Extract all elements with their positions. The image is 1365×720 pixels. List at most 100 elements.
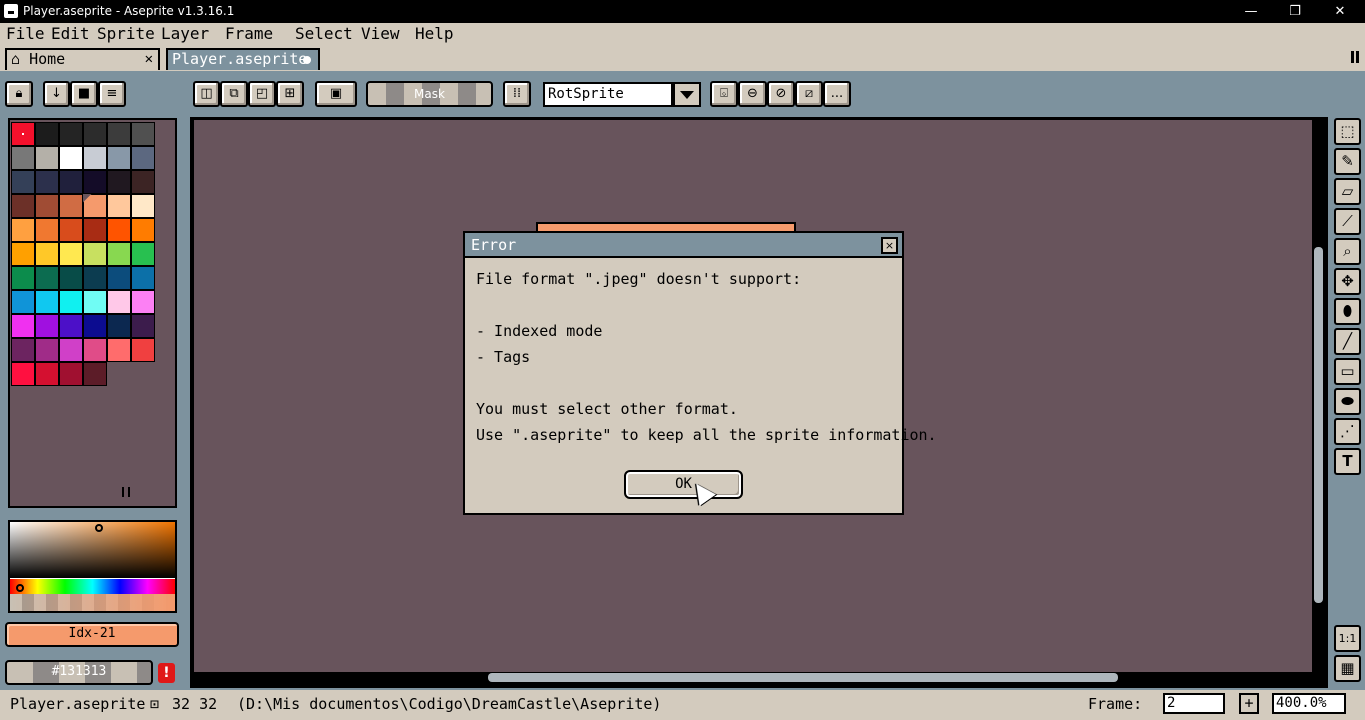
palette-swatch[interactable] xyxy=(107,242,131,266)
blur-tool-button[interactable]: ⋰ xyxy=(1334,418,1361,445)
palette-swatch[interactable] xyxy=(107,122,131,146)
vertical-scrollbar[interactable] xyxy=(1314,247,1323,603)
transform-option-1-button[interactable]: ⌺ xyxy=(710,81,738,107)
ratio-button[interactable]: 1:1 xyxy=(1334,625,1361,652)
chevron-down-icon[interactable] xyxy=(673,82,701,107)
modified-dot-icon[interactable] xyxy=(303,56,311,64)
minimize-button[interactable]: — xyxy=(1228,0,1274,23)
timeline-button[interactable]: ▦ xyxy=(1334,655,1361,682)
eraser-tool-button[interactable]: ▱ xyxy=(1334,178,1361,205)
palette-swatch[interactable] xyxy=(107,266,131,290)
palette-swatch[interactable] xyxy=(59,314,83,338)
palette-swatch[interactable] xyxy=(83,266,107,290)
zoom-input[interactable]: 400.0% xyxy=(1272,693,1346,714)
background-color-button[interactable]: #131313 xyxy=(5,660,153,685)
palette-swatch[interactable] xyxy=(11,194,35,218)
palette-swatch[interactable] xyxy=(59,290,83,314)
close-window-button[interactable]: ✕ xyxy=(1317,0,1363,23)
mask-color-button[interactable]: Mask xyxy=(366,81,493,107)
palette-swatch[interactable] xyxy=(107,170,131,194)
paint-bucket-tool-button[interactable]: ⬮ xyxy=(1334,298,1361,325)
menu-frame[interactable]: Frame xyxy=(225,24,273,43)
hue-slider[interactable] xyxy=(10,579,175,594)
rotation-algorithm-select[interactable]: RotSprite xyxy=(543,82,673,107)
palette-swatch[interactable] xyxy=(11,266,35,290)
palette-swatch[interactable] xyxy=(59,338,83,362)
palette-swatch[interactable] xyxy=(35,170,59,194)
palette-swatch[interactable] xyxy=(107,338,131,362)
maximize-button[interactable]: ❐ xyxy=(1272,0,1318,23)
foreground-color-button[interactable]: Idx-21 xyxy=(5,622,179,647)
palette-swatch[interactable] xyxy=(11,314,35,338)
menu-edit[interactable]: Edit xyxy=(51,24,90,43)
palette-swatch[interactable] xyxy=(107,194,131,218)
palette-swatch[interactable] xyxy=(59,218,83,242)
palette-swatch[interactable] xyxy=(131,338,155,362)
selection-replace-button[interactable]: ◫ xyxy=(193,81,220,107)
palette-swatch[interactable] xyxy=(35,146,59,170)
pencil-tool-button[interactable]: ✎ xyxy=(1334,148,1361,175)
palette-swatch[interactable] xyxy=(11,362,35,386)
palette-swatch[interactable] xyxy=(11,242,35,266)
tab-home[interactable]: ⌂ Home ✕ xyxy=(5,48,160,70)
palette-swatch[interactable] xyxy=(83,170,107,194)
palette-swatch[interactable] xyxy=(83,290,107,314)
palette-swatch[interactable] xyxy=(11,290,35,314)
palette-swatch[interactable] xyxy=(131,290,155,314)
palette-swatch[interactable] xyxy=(35,194,59,218)
palette-swatch[interactable] xyxy=(83,146,107,170)
sv-handle[interactable] xyxy=(95,524,103,532)
horizontal-scrollbar[interactable] xyxy=(488,673,1118,682)
palette-swatch[interactable] xyxy=(35,290,59,314)
text-tool-button[interactable]: T xyxy=(1334,448,1361,475)
palette-swatch[interactable] xyxy=(131,242,155,266)
zoom-tool-button[interactable]: ⌕ xyxy=(1334,238,1361,265)
palette-swatch[interactable] xyxy=(11,218,35,242)
menu-layer[interactable]: Layer xyxy=(161,24,209,43)
more-options-button[interactable]: ... xyxy=(823,81,851,107)
palette-swatch[interactable] xyxy=(59,266,83,290)
menu-help[interactable]: Help xyxy=(415,24,454,43)
resize-grip-icon[interactable] xyxy=(122,487,130,497)
palette-swatch[interactable] xyxy=(83,362,107,386)
palette-swatch[interactable] xyxy=(131,218,155,242)
palette-swatch[interactable] xyxy=(35,242,59,266)
palette-swatch[interactable] xyxy=(131,266,155,290)
palette-swatch[interactable] xyxy=(35,338,59,362)
marquee-tool-button[interactable]: ⬚ xyxy=(1334,118,1361,145)
add-frame-button[interactable]: + xyxy=(1239,693,1259,714)
tab-player[interactable]: Player.aseprite xyxy=(166,48,320,70)
palette-swatch[interactable] xyxy=(11,338,35,362)
rectangle-tool-button[interactable]: ▭ xyxy=(1334,358,1361,385)
saturation-value-box[interactable] xyxy=(10,522,175,578)
palette-swatch[interactable] xyxy=(107,218,131,242)
palette-swatch[interactable] xyxy=(35,314,59,338)
palette-swatch[interactable] xyxy=(83,218,107,242)
menu-view[interactable]: View xyxy=(361,24,400,43)
ok-button[interactable]: OK xyxy=(624,470,743,499)
palette-swatch[interactable] xyxy=(35,218,59,242)
palette-swatch[interactable] xyxy=(59,362,83,386)
palette-swatch[interactable] xyxy=(131,194,155,218)
menu-select[interactable]: Select xyxy=(295,24,353,43)
palette-swatch[interactable] xyxy=(11,170,35,194)
menu-sprite[interactable]: Sprite xyxy=(97,24,155,43)
transparent-color-button[interactable]: ▣ xyxy=(315,81,357,107)
palette-swatch[interactable] xyxy=(59,170,83,194)
palette-swatch[interactable] xyxy=(35,266,59,290)
palette-swatch[interactable] xyxy=(11,146,35,170)
pivot-button[interactable]: ⁞⁞ xyxy=(503,81,531,107)
transform-option-4-button[interactable]: ⧄ xyxy=(795,81,823,107)
selection-intersect-button[interactable]: ⊞ xyxy=(276,81,304,107)
palette-swatch[interactable] xyxy=(131,146,155,170)
transform-option-2-button[interactable]: ⊖ xyxy=(738,81,767,107)
line-tool-button[interactable]: ╱ xyxy=(1334,328,1361,355)
dialog-close-button[interactable]: × xyxy=(881,237,898,254)
palette-swatch[interactable] xyxy=(35,362,59,386)
palette-sort-button[interactable]: ↓ xyxy=(43,81,70,107)
warning-button[interactable]: ! xyxy=(158,663,175,683)
grip-icon[interactable] xyxy=(1351,51,1359,63)
contour-tool-button[interactable]: ⬬ xyxy=(1334,388,1361,415)
selection-add-button[interactable]: ⧉ xyxy=(220,81,248,107)
palette-swatch[interactable] xyxy=(131,314,155,338)
